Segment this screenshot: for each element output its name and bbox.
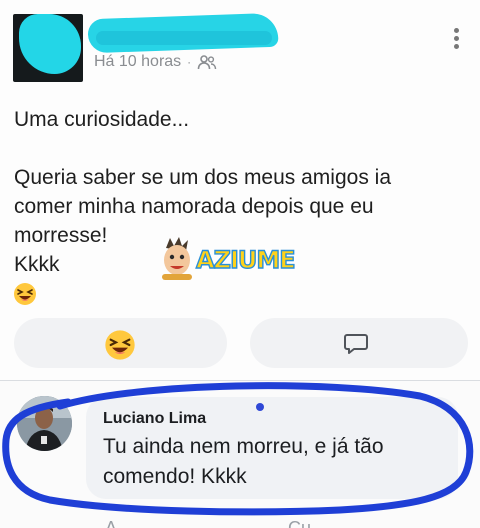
divider <box>0 380 480 381</box>
more-options-icon[interactable] <box>452 28 462 52</box>
friends-icon <box>197 55 217 70</box>
post-text-line: Uma curiosidade... <box>14 108 190 131</box>
post-text-line: comer minha namorada depois que eu <box>14 195 374 218</box>
author-name-redaction-shade <box>96 31 272 45</box>
post-author-avatar[interactable] <box>13 14 83 82</box>
redaction-scribble <box>19 14 81 74</box>
laughing-emoji[interactable] <box>104 329 136 361</box>
post-text-line: Queria saber se um dos meus amigos ia <box>14 166 392 189</box>
watermark-logo: AZIUME <box>158 236 308 282</box>
comment-icon[interactable] <box>342 330 370 358</box>
comment-action-partial: Cu <box>288 518 312 528</box>
comment-author-avatar[interactable] <box>17 396 72 451</box>
laughing-emoji <box>14 283 36 305</box>
comment-text-line: Tu ainda nem morreu, e já tão <box>103 435 384 458</box>
post-card: Há 10 horas · Uma curiosidade... Queria … <box>0 0 480 380</box>
comment-action-partial: A <box>105 518 118 528</box>
meta-separator: · <box>187 55 192 69</box>
watermark-text: AZIUME <box>195 245 296 274</box>
annotation-dot <box>256 403 264 411</box>
comment-author-name[interactable]: Luciano Lima <box>103 410 206 428</box>
post-timestamp[interactable]: Há 10 horas <box>94 53 181 71</box>
post-meta: Há 10 horas · <box>94 53 217 71</box>
comment-text-line: comendo! Kkkk <box>103 465 247 488</box>
comment-text: Tu ainda nem morreu, e já tão comendo! K… <box>103 432 443 492</box>
watermark-mascot-icon <box>162 237 192 280</box>
